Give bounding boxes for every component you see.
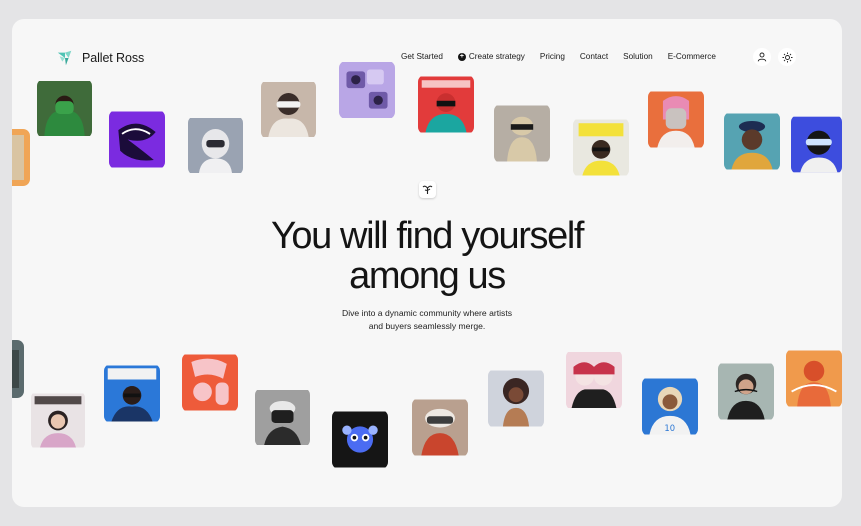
artwork-yellow-xaxa [573, 119, 629, 176]
artwork-tile-edge-dark[interactable] [12, 340, 24, 398]
artwork-tile[interactable] [412, 398, 468, 457]
artwork-anime-twins [566, 352, 622, 408]
nav-contact[interactable]: Contact [580, 52, 608, 61]
artwork-goggles-fur [261, 82, 316, 137]
artwork-football-kid: 10 [642, 378, 698, 435]
artwork-astronaut-helmet [188, 118, 243, 173]
artwork-curly-woman [488, 370, 544, 427]
artwork-tile[interactable] [182, 353, 238, 412]
sun-icon [782, 52, 792, 62]
brand-logo[interactable]: Pallet Ross [56, 49, 144, 67]
artwork-tile[interactable] [339, 61, 395, 119]
artwork-tile[interactable] [418, 75, 474, 134]
artwork-tile[interactable] [104, 364, 160, 423]
sprout-icon [422, 185, 433, 194]
nav-get-started[interactable]: Get Started [401, 52, 443, 61]
artwork-tile[interactable] [31, 391, 85, 450]
artwork-tile[interactable] [724, 112, 780, 171]
nav-label: Pricing [539, 52, 565, 61]
description-line-1: Dive into a dynamic community where arti… [341, 308, 513, 318]
leaf-logo-icon [57, 50, 72, 66]
artwork-tile[interactable] [488, 369, 544, 428]
artwork-tile[interactable] [573, 118, 629, 177]
user-button[interactable] [753, 48, 771, 66]
artwork-purple-cameras [339, 62, 395, 118]
artwork-fashion-cover [31, 393, 85, 448]
artwork-tile[interactable] [786, 349, 842, 408]
artwork-tile[interactable] [188, 116, 243, 175]
artwork-tile[interactable] [37, 79, 92, 138]
center-logo-badge [419, 181, 436, 198]
artwork-tile[interactable] [109, 110, 165, 169]
headline-line-1: You will find yourself [270, 215, 584, 257]
artwork-orange-figure [786, 350, 842, 407]
artwork-white-cap [255, 390, 310, 445]
artwork-tile[interactable] [791, 115, 842, 174]
hero-description: Dive into a dynamic community where arti… [12, 307, 842, 333]
plus-circle-icon: + [457, 52, 466, 61]
brand-name: Pallet Ross [82, 51, 145, 65]
nav-e-commerce[interactable]: E-Commerce [668, 52, 716, 61]
artwork-dali-portrait [718, 363, 774, 420]
artwork-tile[interactable] [648, 90, 704, 149]
theme-toggle-button[interactable] [778, 48, 796, 66]
artwork-tile[interactable] [566, 350, 622, 410]
main-nav: Get Started + Create strategy Pricing Con… [401, 52, 731, 61]
artwork-blue-monster [332, 411, 388, 468]
artwork-pink-3d-letters [182, 354, 238, 411]
nav-solution[interactable]: Solution [623, 52, 653, 61]
nav-label: E-Commerce [667, 52, 716, 61]
hero-headline: You will find yourself among us [12, 216, 842, 296]
artwork-tile-edge-orange[interactable] [12, 129, 30, 186]
headline-line-2: among us [349, 255, 506, 297]
artwork-tile[interactable] [332, 410, 388, 469]
artwork-tile[interactable] [255, 388, 310, 447]
nav-pricing[interactable]: Pricing [540, 52, 565, 61]
nav-label: Get Started [401, 52, 443, 61]
nav-label: Create strategy [468, 52, 525, 61]
page-frame: Pallet Ross Get Started + Create strategy… [12, 19, 842, 507]
description-line-2: and buyers seamlessly merge. [368, 321, 486, 331]
nav-label: Contact [579, 52, 609, 61]
artwork-sunny-magazine [104, 365, 160, 422]
user-icon [757, 52, 767, 62]
artwork-blue-glasses [791, 116, 842, 173]
artwork-man-hat [724, 113, 780, 170]
artwork-red-magazine [418, 76, 474, 133]
artwork-winter-goggles [412, 399, 468, 456]
artwork-robot-girl [648, 91, 704, 148]
artwork-tile[interactable] [261, 80, 316, 139]
nav-label: Solution [623, 52, 653, 61]
artwork-tile[interactable]: 10 [642, 377, 698, 436]
artwork-tile[interactable] [494, 104, 550, 163]
nav-create-strategy[interactable]: + Create strategy [457, 52, 525, 61]
artwork-beige-cyborg [494, 105, 550, 162]
artwork-purple-graffiti [109, 111, 165, 168]
artwork-green-puffer [37, 81, 92, 136]
artwork-tile[interactable] [718, 362, 774, 421]
svg-text:10: 10 [664, 423, 675, 433]
